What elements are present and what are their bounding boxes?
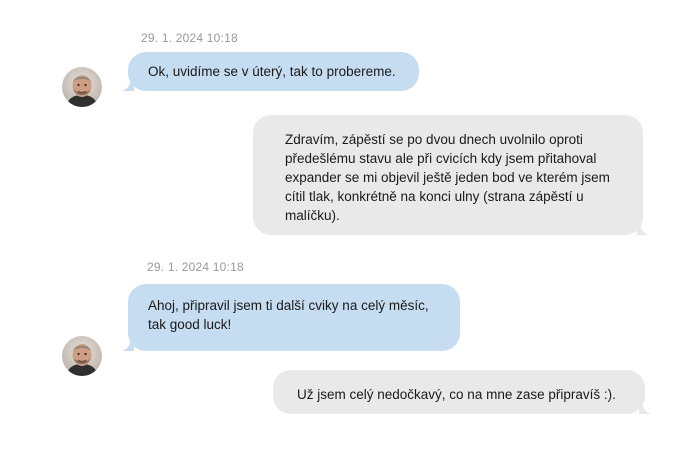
message-bubble-outgoing[interactable]: Zdravím, zápěstí se po dvou dnech uvolni… (253, 115, 649, 235)
message-text: Zdravím, zápěstí se po dvou dnech uvolni… (285, 132, 610, 223)
message-bubble-incoming[interactable]: Ahoj, připravil jsem ti další cviky na c… (122, 284, 460, 351)
coach-avatar[interactable] (62, 67, 102, 107)
bubble-tail (639, 402, 651, 414)
bubble-tail (122, 79, 134, 91)
chat-thread: 29. 1. 2024 10:18 Ok, uvidíme se v úterý… (0, 0, 700, 449)
bubble-tail (122, 339, 134, 351)
message-text: Ahoj, připravil jsem ti další cviky na c… (148, 298, 429, 332)
message-text: Ok, uvidíme se v úterý, tak to probereme… (148, 64, 396, 79)
message-bubble-incoming[interactable]: Ok, uvidíme se v úterý, tak to probereme… (122, 52, 419, 91)
coach-avatar[interactable] (62, 336, 102, 376)
message-timestamp: 29. 1. 2024 10:18 (147, 260, 244, 274)
message-text: Už jsem celý nedočkavý, co na mne zase p… (297, 387, 616, 402)
bubble-tail (637, 223, 649, 235)
message-timestamp: 29. 1. 2024 10:18 (141, 31, 238, 45)
message-bubble-outgoing[interactable]: Už jsem celý nedočkavý, co na mne zase p… (273, 370, 651, 414)
